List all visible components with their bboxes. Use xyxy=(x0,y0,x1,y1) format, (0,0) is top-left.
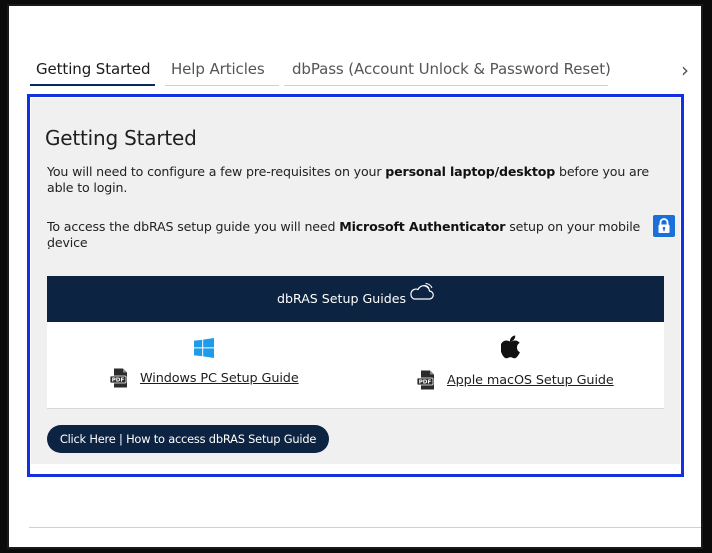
tab-next-chevron-icon[interactable]: › xyxy=(681,58,689,82)
highlight-box xyxy=(27,94,684,477)
tab-divider xyxy=(284,85,608,86)
active-tab-indicator xyxy=(30,84,155,86)
tab-help-articles[interactable]: Help Articles xyxy=(171,60,265,78)
tab-getting-started[interactable]: Getting Started xyxy=(36,60,151,78)
tab-divider xyxy=(165,85,279,86)
tab-bar: Getting Started Help Articles dbPass (Ac… xyxy=(9,6,701,86)
page-frame: Getting Started Help Articles dbPass (Ac… xyxy=(9,6,701,547)
tab-dbpass[interactable]: dbPass (Account Unlock & Password Reset) xyxy=(292,60,611,78)
bottom-divider xyxy=(29,527,701,528)
